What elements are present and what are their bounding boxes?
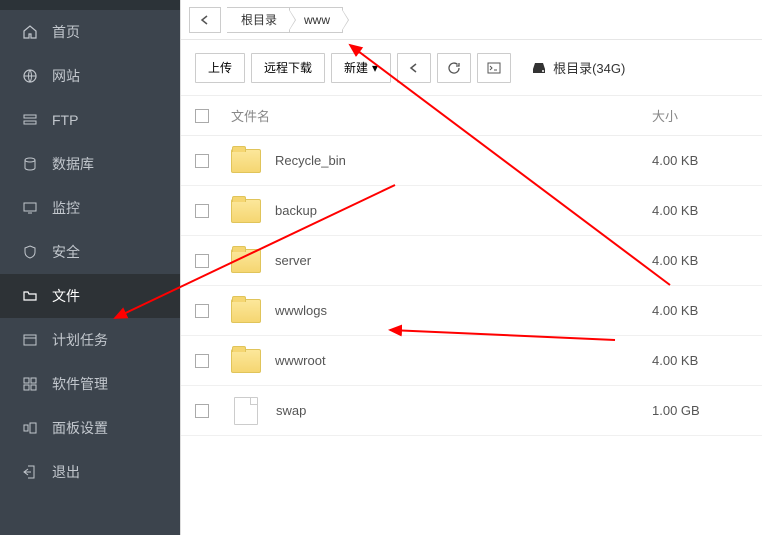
file-list: Recycle_bin 4.00 KB backup 4.00 KB serve… [181, 136, 762, 436]
row-checkbox[interactable] [195, 354, 209, 368]
file-size: 4.00 KB [652, 203, 762, 218]
table-row[interactable]: Recycle_bin 4.00 KB [181, 136, 762, 186]
grid-icon [22, 376, 38, 392]
row-checkbox[interactable] [195, 304, 209, 318]
file-name: swap [276, 403, 306, 418]
sidebar-item-cron[interactable]: 计划任务 [0, 318, 180, 362]
row-checkbox[interactable] [195, 154, 209, 168]
sidebar-item-files[interactable]: 文件 [0, 274, 180, 318]
back-button[interactable] [397, 53, 431, 83]
file-size: 4.00 KB [652, 353, 762, 368]
file-name: Recycle_bin [275, 153, 346, 168]
sidebar-item-label: 数据库 [52, 154, 94, 174]
sidebar-item-logout[interactable]: 退出 [0, 450, 180, 494]
sidebar-item-label: FTP [52, 112, 78, 128]
breadcrumb-label: 根目录 [241, 11, 277, 28]
file-size: 4.00 KB [652, 153, 762, 168]
column-header-size[interactable]: 大小 [652, 106, 762, 125]
settings-icon [22, 420, 38, 436]
sidebar-item-label: 退出 [52, 462, 80, 482]
file-name: wwwroot [275, 353, 326, 368]
row-checkbox[interactable] [195, 404, 209, 418]
sidebar-item-label: 计划任务 [52, 330, 108, 350]
arrow-left-icon [199, 14, 211, 26]
home-icon [22, 24, 38, 40]
folder-icon [231, 149, 261, 173]
terminal-button[interactable] [477, 53, 511, 83]
sidebar-item-label: 面板设置 [52, 418, 108, 438]
folder-icon [231, 349, 261, 373]
breadcrumb-label: www [304, 13, 330, 27]
file-size: 1.00 GB [652, 403, 762, 418]
logout-icon [22, 464, 38, 480]
sidebar: 首页 网站 FTP 数据库 监控 安全 文件 计划任务 软件管理 面板设置 退出 [0, 0, 180, 535]
folder-icon [231, 249, 261, 273]
refresh-icon [447, 61, 461, 75]
database-icon [22, 156, 38, 172]
folder-icon [231, 199, 261, 223]
calendar-icon [22, 332, 38, 348]
main-panel: 根目录 www 上传 远程下载 新建▾ 根目录(34G) 文件名 大小 Recy… [180, 0, 762, 535]
file-size: 4.00 KB [652, 253, 762, 268]
sidebar-item-label: 文件 [52, 286, 80, 306]
sidebar-item-website[interactable]: 网站 [0, 54, 180, 98]
breadcrumb: 根目录 www [181, 0, 762, 40]
table-row[interactable]: swap 1.00 GB [181, 386, 762, 436]
file-name: server [275, 253, 311, 268]
sidebar-item-label: 监控 [52, 198, 80, 218]
caret-down-icon: ▾ [372, 61, 378, 75]
upload-button[interactable]: 上传 [195, 53, 245, 83]
file-size: 4.00 KB [652, 303, 762, 318]
sidebar-item-software[interactable]: 软件管理 [0, 362, 180, 406]
sidebar-item-label: 网站 [52, 66, 80, 86]
disk-icon [531, 61, 547, 75]
sidebar-item-label: 安全 [52, 242, 80, 262]
file-name: wwwlogs [275, 303, 327, 318]
file-icon [234, 397, 258, 425]
sidebar-item-home[interactable]: 首页 [0, 10, 180, 54]
table-row[interactable]: wwwroot 4.00 KB [181, 336, 762, 386]
disk-info: 根目录(34G) [531, 58, 625, 77]
column-header-name[interactable]: 文件名 [231, 106, 652, 125]
sidebar-item-monitor[interactable]: 监控 [0, 186, 180, 230]
arrow-left-icon [408, 62, 420, 74]
sidebar-item-security[interactable]: 安全 [0, 230, 180, 274]
sidebar-item-label: 首页 [52, 22, 80, 42]
sidebar-item-label: 软件管理 [52, 374, 108, 394]
row-checkbox[interactable] [195, 204, 209, 218]
disk-label: 根目录(34G) [553, 58, 625, 77]
shield-icon [22, 244, 38, 260]
table-row[interactable]: server 4.00 KB [181, 236, 762, 286]
breadcrumb-back-button[interactable] [189, 7, 221, 33]
refresh-button[interactable] [437, 53, 471, 83]
table-row[interactable]: backup 4.00 KB [181, 186, 762, 236]
breadcrumb-root[interactable]: 根目录 [227, 7, 290, 33]
monitor-icon [22, 200, 38, 216]
sidebar-header [0, 0, 180, 10]
globe-icon [22, 68, 38, 84]
sidebar-item-database[interactable]: 数据库 [0, 142, 180, 186]
breadcrumb-www[interactable]: www [290, 7, 343, 33]
table-row[interactable]: wwwlogs 4.00 KB [181, 286, 762, 336]
toolbar: 上传 远程下载 新建▾ 根目录(34G) [181, 40, 762, 96]
file-name: backup [275, 203, 317, 218]
remote-download-button[interactable]: 远程下载 [251, 53, 325, 83]
ftp-icon [22, 112, 38, 128]
sidebar-item-settings[interactable]: 面板设置 [0, 406, 180, 450]
row-checkbox[interactable] [195, 254, 209, 268]
table-header: 文件名 大小 [181, 96, 762, 136]
sidebar-item-ftp[interactable]: FTP [0, 98, 180, 142]
select-all-checkbox[interactable] [195, 109, 209, 123]
folder-icon [22, 288, 38, 304]
create-button[interactable]: 新建▾ [331, 53, 391, 83]
terminal-icon [487, 61, 501, 75]
folder-icon [231, 299, 261, 323]
